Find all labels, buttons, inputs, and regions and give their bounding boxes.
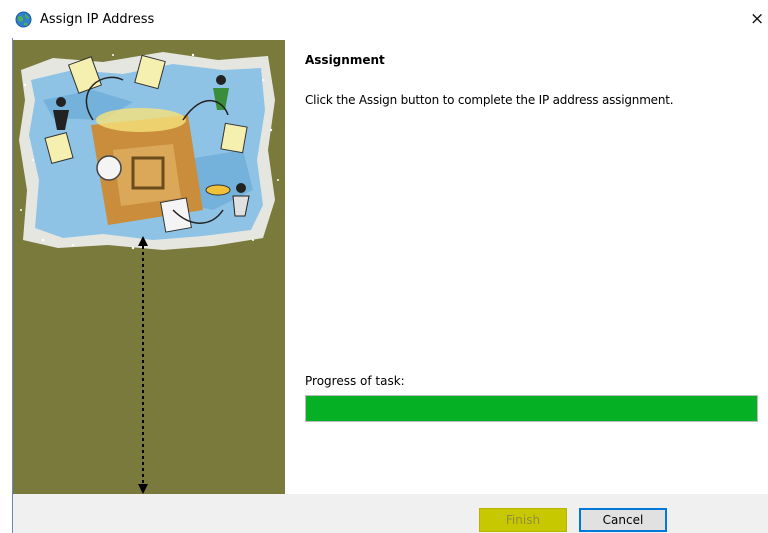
progress-label: Progress of task: bbox=[305, 374, 405, 388]
close-button[interactable]: × bbox=[750, 6, 768, 32]
wizard-side-panel bbox=[13, 40, 285, 494]
progress-fill bbox=[306, 396, 757, 421]
height-arrow-annotation bbox=[138, 236, 148, 494]
assign-ip-dialog: Assign IP Address × Assignment Click the… bbox=[0, 0, 768, 533]
globe-network-icon bbox=[15, 11, 32, 28]
title-bar[interactable]: Assign IP Address × bbox=[0, 0, 768, 38]
page-description: Click the Assign button to complete the … bbox=[305, 93, 674, 107]
finish-button[interactable]: Finish bbox=[479, 508, 567, 532]
button-bar: Finish Cancel bbox=[13, 494, 768, 533]
window-title: Assign IP Address bbox=[40, 12, 155, 27]
progress-bar bbox=[305, 395, 758, 422]
page-heading: Assignment bbox=[305, 53, 385, 67]
wizard-illustration bbox=[19, 52, 279, 250]
wizard-content: Assignment Click the Assign button to co… bbox=[285, 38, 768, 494]
cancel-button[interactable]: Cancel bbox=[579, 508, 667, 532]
